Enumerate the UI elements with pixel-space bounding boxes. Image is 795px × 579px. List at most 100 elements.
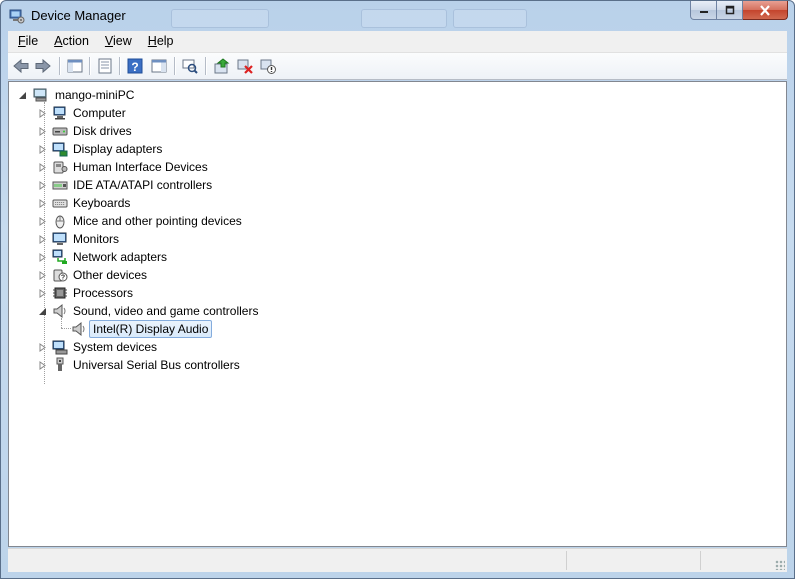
tree-node-label: Computer xyxy=(73,106,126,120)
expand-arrow-icon[interactable] xyxy=(38,235,47,244)
hid-icon xyxy=(53,161,68,174)
expand-arrow-icon[interactable] xyxy=(38,217,47,226)
menu-action-accel: A xyxy=(54,34,63,48)
maximize-button[interactable] xyxy=(717,1,743,20)
back-icon[interactable] xyxy=(12,57,30,75)
tree-node-label: Human Interface Devices xyxy=(73,160,208,174)
expand-arrow-icon[interactable] xyxy=(38,199,47,208)
expand-arrow-icon[interactable] xyxy=(38,253,47,262)
toolbar-separator xyxy=(174,57,176,75)
tree-node-root[interactable]: mango-miniPC xyxy=(9,86,409,104)
svg-text:?: ? xyxy=(61,275,65,282)
status-pane xyxy=(700,551,701,570)
tree-node-label: Network adapters xyxy=(73,250,168,264)
disk-drive-icon xyxy=(52,127,68,136)
svg-text:?: ? xyxy=(131,60,138,74)
toolbar: ? xyxy=(8,53,787,80)
device-manager-icon xyxy=(9,9,25,24)
tree-node-label: Display adapters xyxy=(73,142,163,156)
minimize-button[interactable] xyxy=(690,1,717,20)
tree-node-system-devices[interactable]: System devices xyxy=(9,338,409,356)
tree-node-human-interface-devices[interactable]: Human Interface Devices xyxy=(9,158,409,176)
tree-node-label: Universal Serial Bus controllers xyxy=(73,358,240,372)
expand-arrow-icon[interactable] xyxy=(38,145,47,154)
ghost-properties-button xyxy=(453,9,527,28)
tree-node-label: IDE ATA/ATAPI controllers xyxy=(73,178,213,192)
tree-node-sound-video-and-game-controllers[interactable]: Sound, video and game controllers xyxy=(9,302,409,320)
tree-node-label: Disk drives xyxy=(73,124,132,138)
tree-node-disk-drives[interactable]: Disk drives xyxy=(9,122,409,140)
device-manager-window: Device Manager File Action View Help ? m… xyxy=(0,0,795,579)
forward-icon[interactable] xyxy=(34,57,52,75)
resize-grip[interactable] xyxy=(775,560,785,570)
expand-arrow-icon[interactable] xyxy=(38,289,47,298)
scan-hardware-changes-icon[interactable] xyxy=(181,57,199,75)
tree-node-computer[interactable]: Computer xyxy=(9,104,409,122)
keyboard-icon xyxy=(52,199,68,208)
other-devices-icon: ? xyxy=(53,269,68,282)
status-bar xyxy=(8,548,787,572)
tree-node-label: Sound, video and game controllers xyxy=(73,304,259,318)
tree-node-monitors[interactable]: Monitors xyxy=(9,230,409,248)
expand-arrow-icon[interactable] xyxy=(38,163,47,172)
collapse-arrow-icon[interactable] xyxy=(18,91,27,100)
menu-bar: File Action View Help xyxy=(8,31,787,53)
toolbar-separator xyxy=(59,57,61,75)
tree-node-other-devices[interactable]: ? Other devices xyxy=(9,266,409,284)
uninstall-icon[interactable] xyxy=(236,57,254,75)
expand-arrow-icon[interactable] xyxy=(38,181,47,190)
window-title: Device Manager xyxy=(31,8,126,23)
usb-icon xyxy=(56,357,64,371)
speaker-icon xyxy=(53,303,66,319)
show-hide-console-tree-icon[interactable] xyxy=(66,57,84,75)
monitor-icon xyxy=(52,232,67,245)
tree-node-universal-serial-bus-controllers[interactable]: Universal Serial Bus controllers xyxy=(9,356,409,374)
ghost-configure-button xyxy=(171,9,269,28)
device-tree-panel[interactable]: mango-miniPC Computer Disk drives Display … xyxy=(8,81,787,547)
tree-node-processors[interactable]: Processors xyxy=(9,284,409,302)
selected-device-label: Intel(R) Display Audio xyxy=(89,320,213,338)
system-devices-icon xyxy=(52,340,68,355)
close-icon xyxy=(760,4,770,16)
ide-controller-icon xyxy=(52,181,68,190)
expand-arrow-icon[interactable] xyxy=(38,271,47,280)
expand-arrow-icon[interactable] xyxy=(38,109,47,118)
display-adapter-icon xyxy=(52,142,68,157)
tree-node-display-adapters[interactable]: Display adapters xyxy=(9,140,409,158)
speaker-icon xyxy=(72,321,85,337)
close-button[interactable] xyxy=(743,1,788,20)
tree-node-child[interactable]: Intel(R) Display Audio xyxy=(9,320,409,338)
tree-node-label: Other devices xyxy=(73,268,148,282)
menu-help[interactable]: Help xyxy=(142,32,180,51)
menu-action-label: ction xyxy=(62,34,89,48)
tree-node-keyboards[interactable]: Keyboards xyxy=(9,194,409,212)
disable-icon[interactable] xyxy=(259,57,277,75)
menu-view-label: iew xyxy=(113,34,132,48)
toolbar-separator xyxy=(205,57,207,75)
menu-view[interactable]: View xyxy=(99,32,138,51)
mouse-icon xyxy=(55,215,65,229)
update-driver-icon[interactable] xyxy=(213,57,231,75)
properties-icon[interactable] xyxy=(96,57,114,75)
menu-file[interactable]: File xyxy=(12,32,44,51)
expand-arrow-icon[interactable] xyxy=(38,343,47,352)
tree-node-network-adapters[interactable]: Network adapters xyxy=(9,248,409,266)
collapse-arrow-icon[interactable] xyxy=(38,307,47,316)
toolbar-separator xyxy=(119,57,121,75)
menu-file-label: ile xyxy=(25,34,39,48)
expand-arrow-icon[interactable] xyxy=(38,127,47,136)
menu-file-accel: F xyxy=(18,34,26,48)
tree-node-mice-and-other-pointing-devices[interactable]: Mice and other pointing devices xyxy=(9,212,409,230)
tree-node-ide-ata-atapi-controllers[interactable]: IDE ATA/ATAPI controllers xyxy=(9,176,409,194)
menu-action[interactable]: Action xyxy=(48,32,95,51)
expand-arrow-icon[interactable] xyxy=(38,361,47,370)
tree-node-label: Processors xyxy=(73,286,134,300)
help-icon[interactable]: ? xyxy=(126,57,144,75)
caption-buttons xyxy=(690,1,788,21)
menu-view-accel: V xyxy=(104,34,114,48)
tree-node-label: Monitors xyxy=(73,232,120,246)
title-bar[interactable]: Device Manager xyxy=(1,1,794,31)
show-action-pane-icon[interactable] xyxy=(150,57,168,75)
tree-node-label: Keyboards xyxy=(73,196,131,210)
status-pane xyxy=(566,551,567,570)
